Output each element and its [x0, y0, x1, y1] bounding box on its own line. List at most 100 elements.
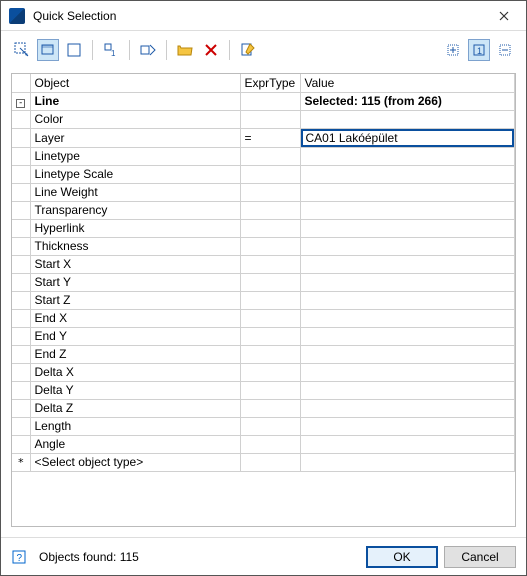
table-row[interactable]: Length [12, 417, 515, 435]
expr-cell [240, 201, 300, 219]
collapse-all-button[interactable] [494, 39, 516, 61]
table-row[interactable]: Delta X [12, 363, 515, 381]
edit-icon [240, 42, 256, 58]
value-cell [300, 327, 515, 345]
value-cell [300, 417, 515, 435]
expand-all-button[interactable] [442, 39, 464, 61]
app-icon [9, 8, 25, 24]
value-cell [300, 363, 515, 381]
table-row[interactable]: Start X [12, 255, 515, 273]
table-row[interactable]: Layer= [12, 128, 515, 147]
close-icon [499, 11, 509, 21]
col-expr[interactable]: ExprType [240, 74, 300, 92]
cancel-button[interactable]: Cancel [444, 546, 516, 568]
table-row[interactable]: End Z [12, 345, 515, 363]
expr-cell [240, 165, 300, 183]
property-label: Layer [30, 128, 240, 147]
property-label: Color [30, 110, 240, 128]
close-button[interactable] [482, 1, 526, 31]
property-label: Start Z [30, 291, 240, 309]
dialog-window: Quick Selection 1 [0, 0, 527, 576]
expr-cell [240, 363, 300, 381]
property-label: Transparency [30, 201, 240, 219]
properties-filter-icon: 1 [103, 42, 119, 58]
expr-cell [240, 219, 300, 237]
expr-cell [240, 92, 300, 110]
value-cell [300, 147, 515, 165]
table-row[interactable]: Line Weight [12, 183, 515, 201]
select-object-type-placeholder: <Select object type> [30, 453, 240, 471]
help-button[interactable]: ? [11, 549, 27, 565]
show-level-1-button[interactable]: 1 [468, 39, 490, 61]
delete-filter-button[interactable] [200, 39, 222, 61]
property-grid-panel: Object ExprType Value -LineSelected: 115… [11, 73, 516, 527]
select-in-window-button[interactable] [37, 39, 59, 61]
table-row[interactable]: End X [12, 309, 515, 327]
folder-open-icon [177, 42, 193, 58]
value-cell [300, 453, 515, 471]
expr-cell [240, 110, 300, 128]
table-row[interactable]: Thickness [12, 237, 515, 255]
property-label: Length [30, 417, 240, 435]
value-cell [300, 435, 515, 453]
expr-cell [240, 183, 300, 201]
table-row[interactable]: Angle [12, 435, 515, 453]
property-grid[interactable]: Object ExprType Value -LineSelected: 115… [12, 74, 515, 526]
expr-cell [240, 327, 300, 345]
expr-cell [240, 381, 300, 399]
layer-value-input[interactable] [301, 129, 515, 147]
table-row[interactable]: Linetype [12, 147, 515, 165]
property-label: Start Y [30, 273, 240, 291]
toolbar-separator [229, 40, 230, 60]
delete-icon [203, 42, 219, 58]
table-row[interactable]: Linetype Scale [12, 165, 515, 183]
value-cell [300, 110, 515, 128]
status-text: Objects found: 115 [33, 550, 360, 564]
svg-text:1: 1 [477, 46, 482, 56]
property-label: Delta X [30, 363, 240, 381]
expr-cell [240, 147, 300, 165]
toolbar-separator [129, 40, 130, 60]
value-cell [300, 291, 515, 309]
status-bar: ? Objects found: 115 OK Cancel [1, 537, 526, 575]
edit-filter-button[interactable] [237, 39, 259, 61]
select-by-properties-button[interactable]: 1 [100, 39, 122, 61]
table-row[interactable]: Delta Z [12, 399, 515, 417]
toolbar-separator [92, 40, 93, 60]
property-label: Thickness [30, 237, 240, 255]
property-label: End X [30, 309, 240, 327]
table-row[interactable]: *<Select object type> [12, 453, 515, 471]
table-row[interactable]: Color [12, 110, 515, 128]
table-row[interactable]: Delta Y [12, 381, 515, 399]
property-label: Delta Y [30, 381, 240, 399]
add-to-selection-button[interactable] [137, 39, 159, 61]
expand-toggle[interactable]: - [12, 92, 30, 110]
expr-cell [240, 453, 300, 471]
new-selection-button[interactable] [63, 39, 85, 61]
value-cell [300, 183, 515, 201]
table-row[interactable]: Start Y [12, 273, 515, 291]
table-row[interactable]: -LineSelected: 115 (from 266) [12, 92, 515, 110]
select-all-icon [14, 42, 30, 58]
col-value[interactable]: Value [300, 74, 515, 92]
value-cell [300, 399, 515, 417]
table-row[interactable]: Hyperlink [12, 219, 515, 237]
select-all-in-drawing-button[interactable] [11, 39, 33, 61]
property-label: End Y [30, 327, 240, 345]
select-window-icon [40, 42, 56, 58]
expr-cell [240, 237, 300, 255]
ok-button[interactable]: OK [366, 546, 438, 568]
col-object[interactable]: Object [30, 74, 240, 92]
property-label: Linetype Scale [30, 165, 240, 183]
property-label: Angle [30, 435, 240, 453]
value-cell [300, 201, 515, 219]
table-row[interactable]: End Y [12, 327, 515, 345]
expr-cell [240, 345, 300, 363]
table-row[interactable]: Transparency [12, 201, 515, 219]
value-cell [300, 165, 515, 183]
open-filter-button[interactable] [174, 39, 196, 61]
new-row-marker: * [12, 453, 30, 471]
table-row[interactable]: Start Z [12, 291, 515, 309]
expand-all-icon [445, 42, 461, 58]
expr-cell [240, 309, 300, 327]
